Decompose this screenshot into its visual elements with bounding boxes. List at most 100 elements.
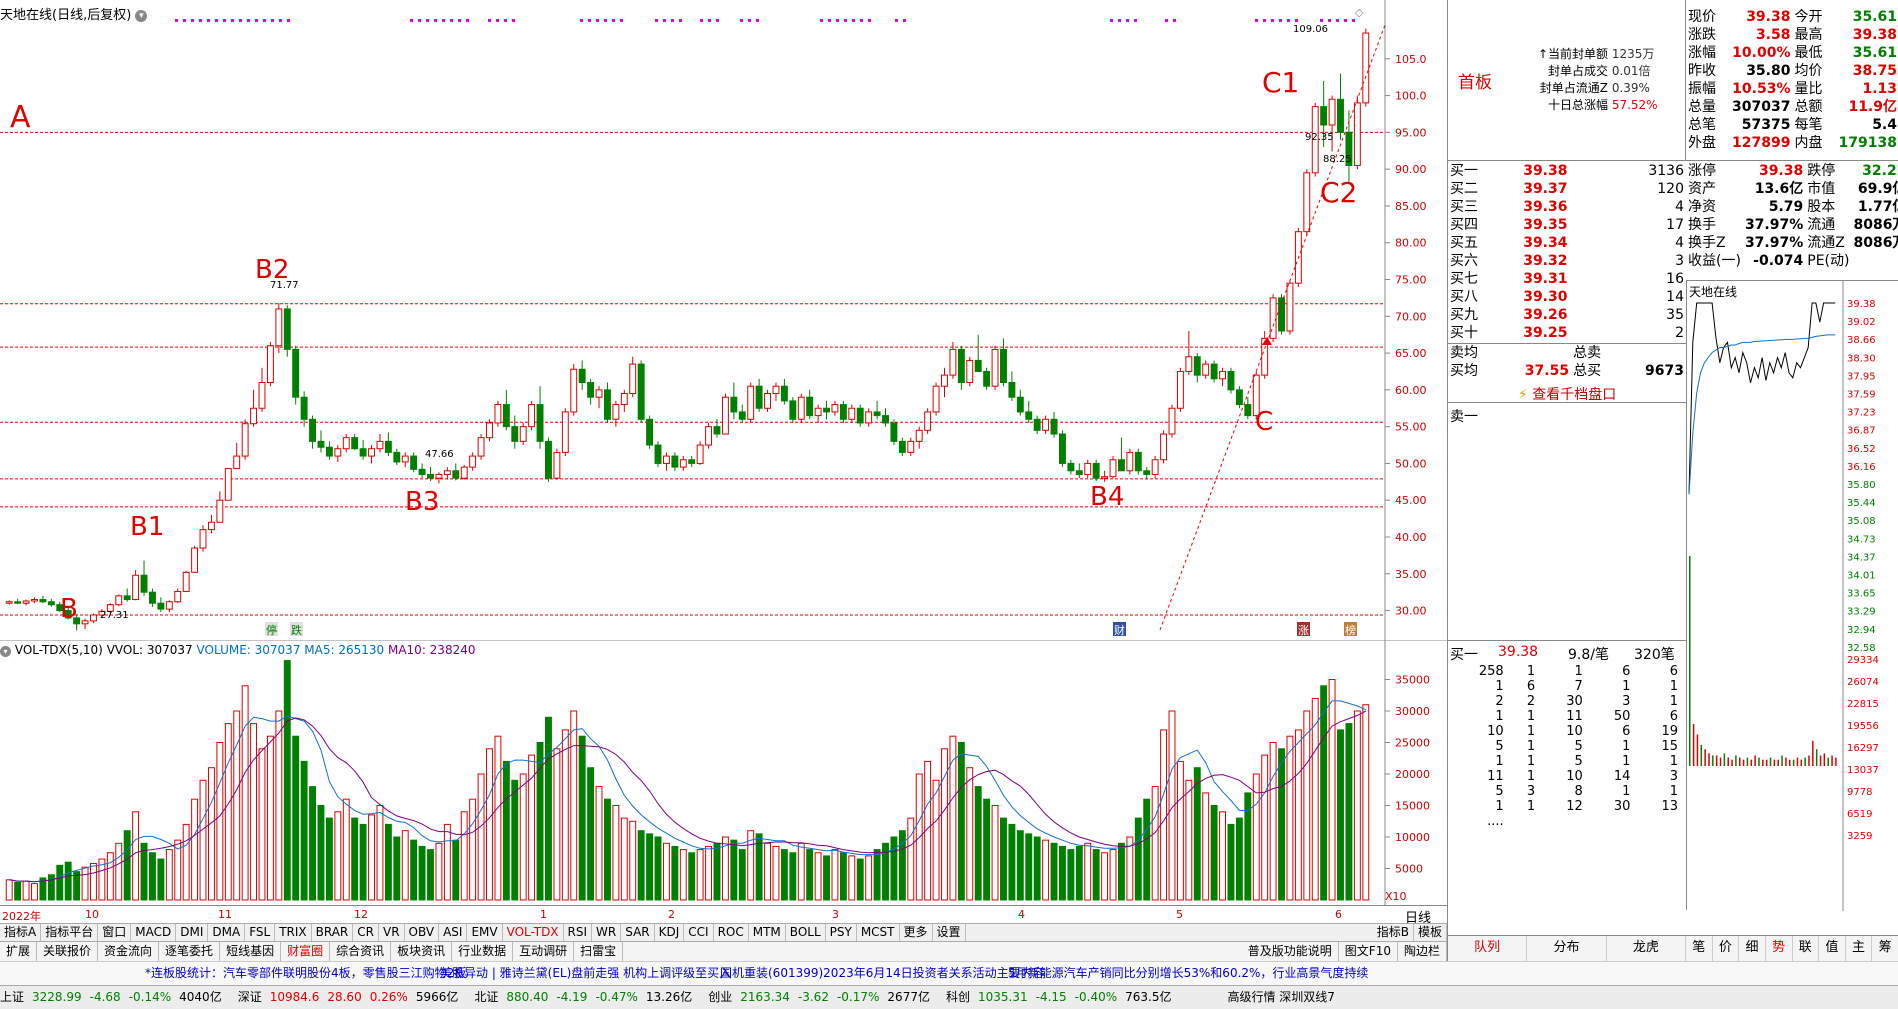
table-cell: 总卖 — [1573, 345, 1602, 361]
indicator-tab[interactable]: ASI — [439, 924, 468, 941]
panel-tab[interactable]: 主 — [1846, 936, 1873, 961]
panel-tab[interactable]: 细 — [1739, 936, 1766, 961]
indicator-tab[interactable]: BRAR — [312, 924, 354, 941]
bottom-tab-right[interactable]: 图文F10 — [1339, 942, 1398, 961]
index-quote-kc[interactable]: 科创 1035.31 -4.15 -0.40% 763.5亿 — [946, 990, 1180, 1004]
indicator-tab[interactable]: VOL-TDX — [503, 924, 564, 941]
index-name: 科创 — [945, 990, 970, 1004]
indicator-tab[interactable]: DMA — [208, 924, 246, 941]
bottom-tab-right[interactable]: 陶边栏 — [1398, 942, 1447, 961]
panel-tab[interactable]: 队列 — [1448, 936, 1528, 961]
indicator-tab[interactable]: CR — [353, 924, 379, 941]
signal-marker — [860, 19, 863, 22]
table-cell: 35.80 — [1746, 63, 1791, 79]
signal-marker — [410, 19, 413, 22]
mini-chart-svg[interactable]: 39.38 39.02 38.66 38.30 37.95 37.59 37.23 36.87… — [1687, 281, 1898, 911]
bottom-tab[interactable]: 逐笔委托 — [159, 942, 221, 961]
indicator-tab-right[interactable]: 指标B — [1373, 924, 1414, 941]
kline-svg[interactable]: 105.0 100.0 95.00 90.00 85.00 80.00 75.00 70.00… — [0, 0, 1447, 640]
candle-body — [1168, 407, 1176, 435]
candle-body — [924, 411, 932, 431]
news-item[interactable]: 美股异动 | 雅诗兰黛(EL)盘前走强 机构上调评级至买入 — [440, 962, 731, 984]
indicator-tab-right[interactable]: 模板 — [1414, 924, 1447, 941]
index-quote-sz[interactable]: 深证 10984.6 28.60 0.26% 5966亿 — [238, 990, 467, 1004]
bottom-tab-right[interactable]: 普及版功能说明 — [1242, 942, 1339, 961]
bottom-tab[interactable]: 互动调研 — [513, 942, 575, 961]
news-item[interactable]: 5月新能源汽车产销同比分别增长53%和60.2%，行业高景气度持续 — [1008, 962, 1368, 984]
volume-bar — [1185, 779, 1193, 901]
bottom-tab[interactable]: 关联报价 — [37, 942, 99, 961]
indicator-tab[interactable]: DMI — [176, 924, 209, 941]
intraday-mini-chart[interactable]: 天地在线 39.38 39.02 38.66 38.30 37.95 37.59 37.23… — [1686, 280, 1898, 911]
bottom-tab[interactable]: 综合资讯 — [330, 942, 392, 961]
bottom-tab[interactable]: 行业数据 — [452, 942, 514, 961]
candle-body — [351, 437, 359, 450]
indicator-tab[interactable]: 更多 — [900, 924, 933, 941]
indicator-tab[interactable]: TRIX — [275, 924, 312, 941]
volume-svg[interactable]: 35000 30000 25000 20000 15000 10000 5000 X10 — [0, 639, 1447, 905]
table-cell: 振幅 — [1688, 81, 1716, 97]
news-item[interactable]: 国机重装(601399)2023年6月14日投资者关系活动主要内容 — [720, 962, 1045, 984]
bottom-tab[interactable]: 短线基因 — [220, 942, 282, 961]
signal-marker — [247, 19, 250, 22]
indicator-tab[interactable]: WR — [592, 924, 622, 941]
volume-bar — [1084, 842, 1092, 901]
indicator-tab[interactable]: CCI — [684, 924, 714, 941]
volume-bar — [309, 786, 316, 901]
table-cell: 8086万 — [1853, 217, 1898, 233]
table-cell: 内盘 — [1794, 135, 1823, 151]
indicator-tab[interactable]: RSI — [564, 924, 593, 941]
panel-tab[interactable]: 价 — [1713, 936, 1740, 961]
index-quote-cy[interactable]: 创业 2163.34 -3.62 -0.17% 2677亿 — [708, 990, 938, 1004]
bottom-tab[interactable]: 扩展 — [0, 942, 38, 961]
indicator-tab[interactable]: KDJ — [655, 924, 685, 941]
vol-settings-icon[interactable]: ▾ — [0, 646, 11, 657]
candle-body — [393, 451, 401, 463]
panel-tab[interactable]: 分布 — [1527, 936, 1607, 961]
news-ticker[interactable]: *连板股统计：汽车零部件联明股份4板，零售股三江购物2板 美股异动 | 雅诗兰黛(… — [0, 961, 1898, 985]
indicator-tab[interactable]: MACD — [131, 924, 177, 941]
bottom-tab[interactable]: 资金流向 — [98, 942, 160, 961]
indicator-tab[interactable]: 窗口 — [98, 924, 132, 941]
indicator-tab[interactable]: PSY — [826, 924, 857, 941]
indicator-tab[interactable]: BOLL — [786, 924, 826, 941]
bottom-tab[interactable]: 扫雷宝 — [574, 942, 624, 961]
mini-vol-bar — [1735, 755, 1737, 766]
candle-body — [957, 348, 965, 383]
seal-row: ↑当前封单额 1235万 — [1508, 46, 1686, 63]
indicator-tab[interactable]: 设置 — [933, 924, 966, 941]
panel-tab[interactable]: 值 — [1819, 936, 1846, 961]
index-quote-bz[interactable]: 北证 880.40 -4.19 -0.47% 13.26亿 — [474, 990, 700, 1004]
indicator-tab[interactable]: VR — [379, 924, 405, 941]
queue-cell: 2 — [1495, 694, 1504, 709]
view-order-book-link[interactable]: ⚡ 查看千档盘口 — [1518, 384, 1616, 404]
volume-chart[interactable]: 35000 30000 25000 20000 15000 10000 5000 X10 — [0, 639, 1447, 905]
panel-tab[interactable]: 联 — [1793, 936, 1820, 961]
index-quote-sh[interactable]: 上证 3228.99 -4.68 -0.14% 4040亿 — [0, 990, 230, 1004]
panel-tab[interactable]: 龙虎 — [1607, 936, 1686, 961]
candle-body — [207, 521, 215, 531]
panel-tab[interactable]: 筹 — [1872, 936, 1898, 961]
indicator-tab[interactable]: EMV — [467, 924, 503, 941]
panel-tab[interactable]: 势 — [1766, 936, 1793, 961]
indicator-tab[interactable]: FSL — [245, 924, 276, 941]
candle-body — [384, 440, 392, 453]
indicator-tab[interactable]: 指标A — [0, 924, 42, 941]
volume-bar — [435, 842, 443, 901]
indicator-tab[interactable]: ROC — [714, 924, 749, 941]
mini-vol-bar — [1785, 757, 1787, 766]
chart-settings-icon[interactable]: ▾ — [135, 9, 148, 22]
bottom-tab[interactable]: 财富圈 — [281, 942, 331, 961]
panel-tab[interactable]: 笔 — [1686, 936, 1713, 961]
bottom-tab[interactable]: 板块资讯 — [391, 942, 453, 961]
indicator-tab[interactable]: OBV — [405, 924, 440, 941]
table-cell: 收益(一) — [1688, 253, 1741, 269]
kline-chart[interactable]: 105.0 100.0 95.00 90.00 85.00 80.00 75.00 70.00… — [0, 0, 1447, 640]
indicator-tab[interactable]: MTM — [749, 924, 786, 941]
mini-vol-bar — [1696, 734, 1699, 766]
indicator-tab[interactable]: MCST — [857, 924, 900, 941]
indicator-tab[interactable]: SAR — [621, 924, 655, 941]
news-item[interactable]: *连板股统计：汽车零部件联明股份4板，零售股三江购物2板 — [145, 962, 466, 984]
indicator-tab[interactable]: 指标平台 — [41, 924, 99, 941]
vol-ma5: MA5: 265130 — [304, 643, 385, 657]
